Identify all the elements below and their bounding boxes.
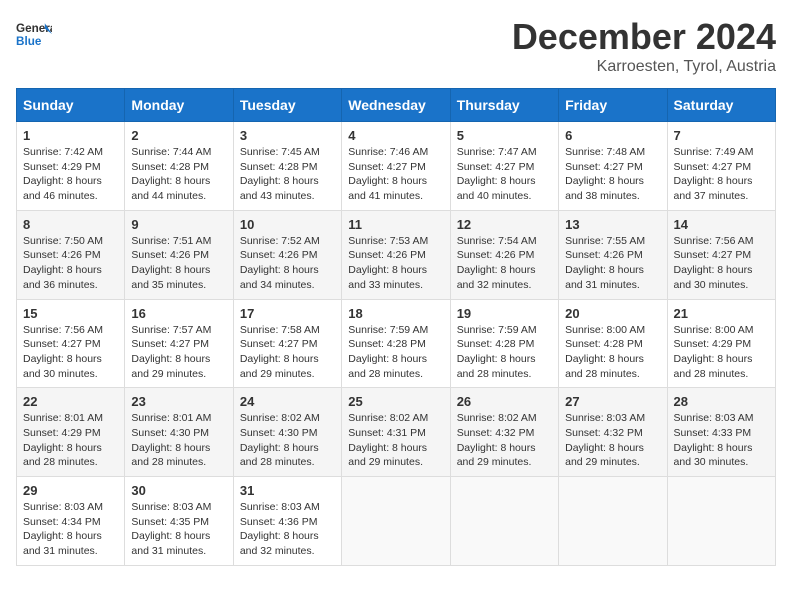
list-item: 31 Sunrise: 8:03 AMSunset: 4:36 PMDaylig…	[233, 477, 341, 566]
list-item	[342, 477, 450, 566]
list-item	[667, 477, 775, 566]
title-block: December 2024 Karroesten, Tyrol, Austria	[512, 16, 776, 76]
list-item: 19 Sunrise: 7:59 AMSunset: 4:28 PMDaylig…	[450, 299, 558, 388]
list-item: 23 Sunrise: 8:01 AMSunset: 4:30 PMDaylig…	[125, 388, 233, 477]
col-saturday: Saturday	[667, 89, 775, 122]
list-item: 14 Sunrise: 7:56 AMSunset: 4:27 PMDaylig…	[667, 210, 775, 299]
list-item: 4 Sunrise: 7:46 AMSunset: 4:27 PMDayligh…	[342, 122, 450, 211]
list-item: 28 Sunrise: 8:03 AMSunset: 4:33 PMDaylig…	[667, 388, 775, 477]
list-item: 18 Sunrise: 7:59 AMSunset: 4:28 PMDaylig…	[342, 299, 450, 388]
list-item: 24 Sunrise: 8:02 AMSunset: 4:30 PMDaylig…	[233, 388, 341, 477]
list-item: 26 Sunrise: 8:02 AMSunset: 4:32 PMDaylig…	[450, 388, 558, 477]
list-item	[559, 477, 667, 566]
table-row: 29 Sunrise: 8:03 AMSunset: 4:34 PMDaylig…	[17, 477, 776, 566]
list-item: 2 Sunrise: 7:44 AMSunset: 4:28 PMDayligh…	[125, 122, 233, 211]
list-item: 15 Sunrise: 7:56 AMSunset: 4:27 PMDaylig…	[17, 299, 125, 388]
logo-icon: General Blue	[16, 16, 52, 52]
table-row: 1 Sunrise: 7:42 AMSunset: 4:29 PMDayligh…	[17, 122, 776, 211]
list-item: 21 Sunrise: 8:00 AMSunset: 4:29 PMDaylig…	[667, 299, 775, 388]
list-item: 12 Sunrise: 7:54 AMSunset: 4:26 PMDaylig…	[450, 210, 558, 299]
list-item: 8 Sunrise: 7:50 AMSunset: 4:26 PMDayligh…	[17, 210, 125, 299]
table-row: 15 Sunrise: 7:56 AMSunset: 4:27 PMDaylig…	[17, 299, 776, 388]
list-item: 1 Sunrise: 7:42 AMSunset: 4:29 PMDayligh…	[17, 122, 125, 211]
list-item: 22 Sunrise: 8:01 AMSunset: 4:29 PMDaylig…	[17, 388, 125, 477]
list-item: 7 Sunrise: 7:49 AMSunset: 4:27 PMDayligh…	[667, 122, 775, 211]
list-item: 30 Sunrise: 8:03 AMSunset: 4:35 PMDaylig…	[125, 477, 233, 566]
logo: General Blue	[16, 16, 52, 52]
col-thursday: Thursday	[450, 89, 558, 122]
page-header: General Blue December 2024 Karroesten, T…	[16, 16, 776, 76]
col-monday: Monday	[125, 89, 233, 122]
table-row: 22 Sunrise: 8:01 AMSunset: 4:29 PMDaylig…	[17, 388, 776, 477]
list-item: 20 Sunrise: 8:00 AMSunset: 4:28 PMDaylig…	[559, 299, 667, 388]
calendar-table: Sunday Monday Tuesday Wednesday Thursday…	[16, 88, 776, 566]
col-tuesday: Tuesday	[233, 89, 341, 122]
col-wednesday: Wednesday	[342, 89, 450, 122]
list-item: 10 Sunrise: 7:52 AMSunset: 4:26 PMDaylig…	[233, 210, 341, 299]
list-item: 11 Sunrise: 7:53 AMSunset: 4:26 PMDaylig…	[342, 210, 450, 299]
list-item: 16 Sunrise: 7:57 AMSunset: 4:27 PMDaylig…	[125, 299, 233, 388]
col-friday: Friday	[559, 89, 667, 122]
table-row: 8 Sunrise: 7:50 AMSunset: 4:26 PMDayligh…	[17, 210, 776, 299]
month-title: December 2024	[512, 16, 776, 58]
list-item: 9 Sunrise: 7:51 AMSunset: 4:26 PMDayligh…	[125, 210, 233, 299]
location-subtitle: Karroesten, Tyrol, Austria	[512, 58, 776, 76]
list-item: 25 Sunrise: 8:02 AMSunset: 4:31 PMDaylig…	[342, 388, 450, 477]
list-item: 29 Sunrise: 8:03 AMSunset: 4:34 PMDaylig…	[17, 477, 125, 566]
col-sunday: Sunday	[17, 89, 125, 122]
list-item: 5 Sunrise: 7:47 AMSunset: 4:27 PMDayligh…	[450, 122, 558, 211]
list-item: 17 Sunrise: 7:58 AMSunset: 4:27 PMDaylig…	[233, 299, 341, 388]
list-item: 3 Sunrise: 7:45 AMSunset: 4:28 PMDayligh…	[233, 122, 341, 211]
list-item: 13 Sunrise: 7:55 AMSunset: 4:26 PMDaylig…	[559, 210, 667, 299]
list-item: 27 Sunrise: 8:03 AMSunset: 4:32 PMDaylig…	[559, 388, 667, 477]
list-item: 6 Sunrise: 7:48 AMSunset: 4:27 PMDayligh…	[559, 122, 667, 211]
list-item	[450, 477, 558, 566]
svg-text:Blue: Blue	[16, 35, 42, 48]
